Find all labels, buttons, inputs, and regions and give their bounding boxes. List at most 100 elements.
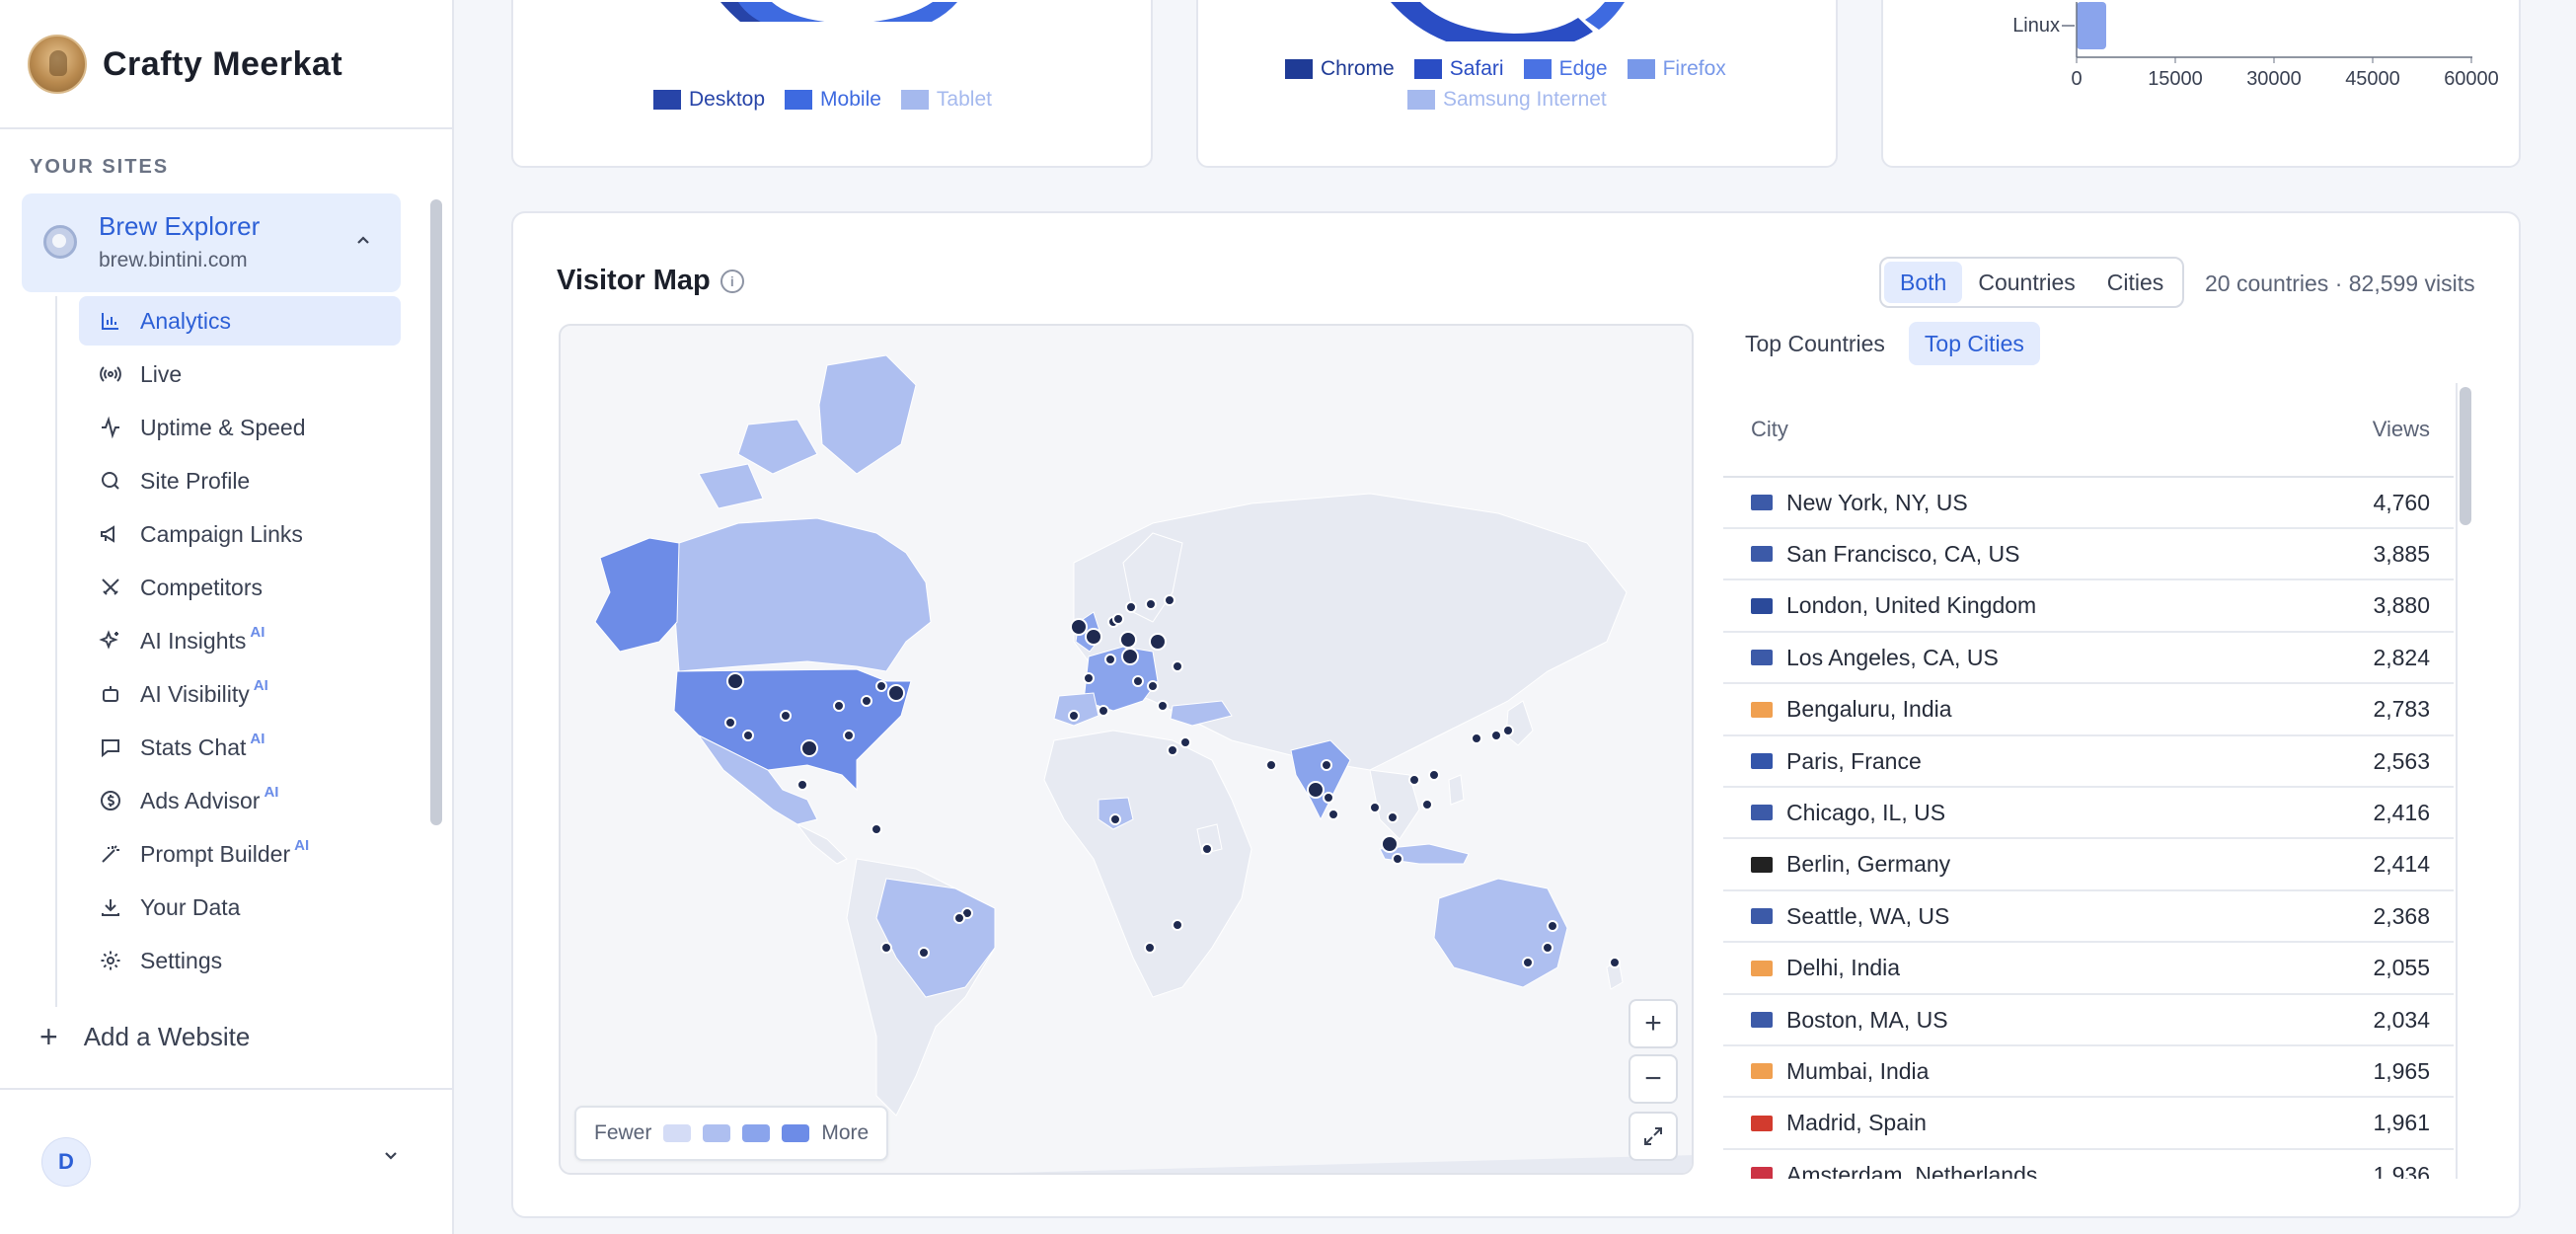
table-row[interactable]: Amsterdam, Netherlands 1,936 xyxy=(1723,1150,2454,1179)
table-row[interactable]: Madrid, Spain 1,961 xyxy=(1723,1099,2454,1150)
divider xyxy=(0,127,454,129)
devices-card: Desktop Mobile Tablet xyxy=(511,0,1153,168)
legend-swatch-1 xyxy=(663,1124,692,1142)
table-row[interactable]: Boston, MA, US 2,034 xyxy=(1723,995,2454,1046)
flag-icon xyxy=(1751,597,1773,614)
flag-icon xyxy=(1751,1012,1773,1028)
legend-item[interactable]: Desktop xyxy=(653,88,765,112)
table-row[interactable]: Paris, France 2,563 xyxy=(1723,736,2454,788)
info-icon[interactable]: i xyxy=(720,269,744,293)
fullscreen-button[interactable] xyxy=(1629,1112,1678,1161)
chevron-down-icon[interactable] xyxy=(381,1145,401,1171)
map-summary: 20 countries · 82,599 visits xyxy=(2205,270,2475,296)
table-row[interactable]: Mumbai, India 1,965 xyxy=(1723,1046,2454,1099)
flag-icon xyxy=(1751,960,1773,976)
city-views: 3,885 xyxy=(2373,540,2430,567)
site-switcher[interactable]: Brew Explorer brew.bintini.com xyxy=(22,193,401,292)
megaphone-icon xyxy=(97,520,124,548)
table-row[interactable]: San Francisco, CA, US 3,885 xyxy=(1723,529,2454,581)
browsers-legend-row2: Samsung Internet xyxy=(1407,88,1627,112)
zoom-in-button[interactable]: + xyxy=(1629,999,1678,1048)
ai-badge: AI xyxy=(253,677,268,694)
world-map[interactable]: + − Fewer More xyxy=(559,324,1694,1175)
table-scrollbar[interactable] xyxy=(2460,387,2471,525)
flag-icon xyxy=(1751,495,1773,510)
sidebar-item-prompt-builder[interactable]: Prompt Builder AI xyxy=(79,829,401,879)
swords-icon xyxy=(97,574,124,601)
tab-top-countries[interactable]: Top Countries xyxy=(1729,322,1901,365)
city-views: 2,368 xyxy=(2373,902,2430,929)
sidebar-item-uptime[interactable]: Uptime & Speed xyxy=(79,403,401,452)
table-row[interactable]: Bengaluru, India 2,783 xyxy=(1723,685,2454,736)
sidebar-item-competitors[interactable]: Competitors xyxy=(79,563,401,612)
legend-item[interactable]: Edge xyxy=(1523,57,1608,81)
legend-item[interactable]: Mobile xyxy=(785,88,881,112)
legend-label: Chrome xyxy=(1321,57,1395,80)
flag-icon xyxy=(1751,650,1773,666)
os-bar-linux[interactable] xyxy=(2077,2,2106,49)
sidebar-item-ai-insights[interactable]: AI Insights AI xyxy=(79,616,401,665)
tab-top-cities[interactable]: Top Cities xyxy=(1908,322,2040,365)
sidebar-item-stats-chat[interactable]: Stats Chat AI xyxy=(79,723,401,772)
add-website-label: Add a Website xyxy=(83,1021,251,1051)
sidebar-scrollbar[interactable] xyxy=(430,199,442,825)
avatar[interactable]: D xyxy=(41,1137,91,1187)
zoom-out-button[interactable]: − xyxy=(1629,1054,1678,1104)
legend-item[interactable]: Safari xyxy=(1413,57,1504,81)
sidebar-item-ads-advisor[interactable]: Ads Advisor AI xyxy=(79,776,401,825)
nav-guide-line xyxy=(55,296,57,1007)
add-website-button[interactable]: + Add a Website xyxy=(39,1011,250,1062)
legend-swatch-3 xyxy=(742,1124,771,1142)
table-row[interactable]: Chicago, IL, US 2,416 xyxy=(1723,788,2454,840)
sidebar-item-site-profile[interactable]: Site Profile xyxy=(79,456,401,505)
sidebar-item-settings[interactable]: Settings xyxy=(79,936,401,985)
table-row[interactable]: Berlin, Germany 2,414 xyxy=(1723,840,2454,891)
browsers-legend: Chrome Safari Edge Firefox xyxy=(1285,57,1746,81)
city-name: Delhi, India xyxy=(1786,955,1901,981)
table-row[interactable]: London, United Kingdom 3,880 xyxy=(1723,581,2454,633)
sidebar-item-label: Stats Chat xyxy=(140,733,247,760)
flag-icon xyxy=(1751,546,1773,563)
brand[interactable]: Crafty Meerkat xyxy=(28,34,342,95)
map-mode-toggle: Both Countries Cities xyxy=(1879,257,2185,308)
legend-label: Edge xyxy=(1558,57,1608,80)
mode-cities-button[interactable]: Cities xyxy=(2091,262,2180,303)
flag-icon xyxy=(1751,701,1773,718)
sidebar-item-your-data[interactable]: Your Data xyxy=(79,883,401,932)
chevron-up-icon[interactable] xyxy=(349,227,377,255)
legend-item[interactable]: Chrome xyxy=(1285,57,1395,81)
site-name: Brew Explorer xyxy=(99,211,261,241)
flag-icon xyxy=(1751,753,1773,769)
mode-both-button[interactable]: Both xyxy=(1884,262,1963,303)
table-row[interactable]: Delhi, India 2,055 xyxy=(1723,944,2454,995)
city-name: Madrid, Spain xyxy=(1786,1110,1927,1136)
world-map-canvas xyxy=(594,354,1692,1173)
column-header-city[interactable]: City xyxy=(1751,383,1788,476)
column-header-views[interactable]: Views xyxy=(2373,383,2430,476)
legend-label: Mobile xyxy=(820,88,881,111)
city-views: 1,961 xyxy=(2373,1110,2430,1136)
sidebar-item-live[interactable]: Live xyxy=(79,349,401,399)
os-card: Linux 0 15000 30000 45000 60000 xyxy=(1881,0,2521,168)
city-name: San Francisco, CA, US xyxy=(1786,540,2020,567)
legend-swatch xyxy=(1627,59,1655,79)
devices-legend: Desktop Mobile Tablet xyxy=(653,88,1012,112)
dollar-icon xyxy=(97,787,124,814)
legend-item[interactable]: Firefox xyxy=(1627,57,1726,81)
table-row[interactable]: New York, NY, US 4,760 xyxy=(1723,478,2454,529)
sidebar-item-label: AI Insights xyxy=(140,627,247,654)
sidebar-item-analytics[interactable]: Analytics xyxy=(79,296,401,346)
sidebar-item-label: Competitors xyxy=(140,574,263,600)
legend-item[interactable]: Samsung Internet xyxy=(1407,88,1607,112)
mode-countries-button[interactable]: Countries xyxy=(1962,262,2090,303)
city-views: 2,414 xyxy=(2373,851,2430,878)
legend-swatch xyxy=(1285,59,1313,79)
city-name: Mumbai, India xyxy=(1786,1057,1930,1084)
table-row[interactable]: Los Angeles, CA, US 2,824 xyxy=(1723,633,2454,685)
sidebar-item-ai-visibility[interactable]: AI Visibility AI xyxy=(79,669,401,719)
table-row[interactable]: Seattle, WA, US 2,368 xyxy=(1723,891,2454,944)
sidebar-item-label: Settings xyxy=(140,947,223,973)
os-tick: 30000 xyxy=(2246,68,2302,90)
legend-item[interactable]: Tablet xyxy=(900,88,992,112)
sidebar-item-campaign-links[interactable]: Campaign Links xyxy=(79,509,401,559)
